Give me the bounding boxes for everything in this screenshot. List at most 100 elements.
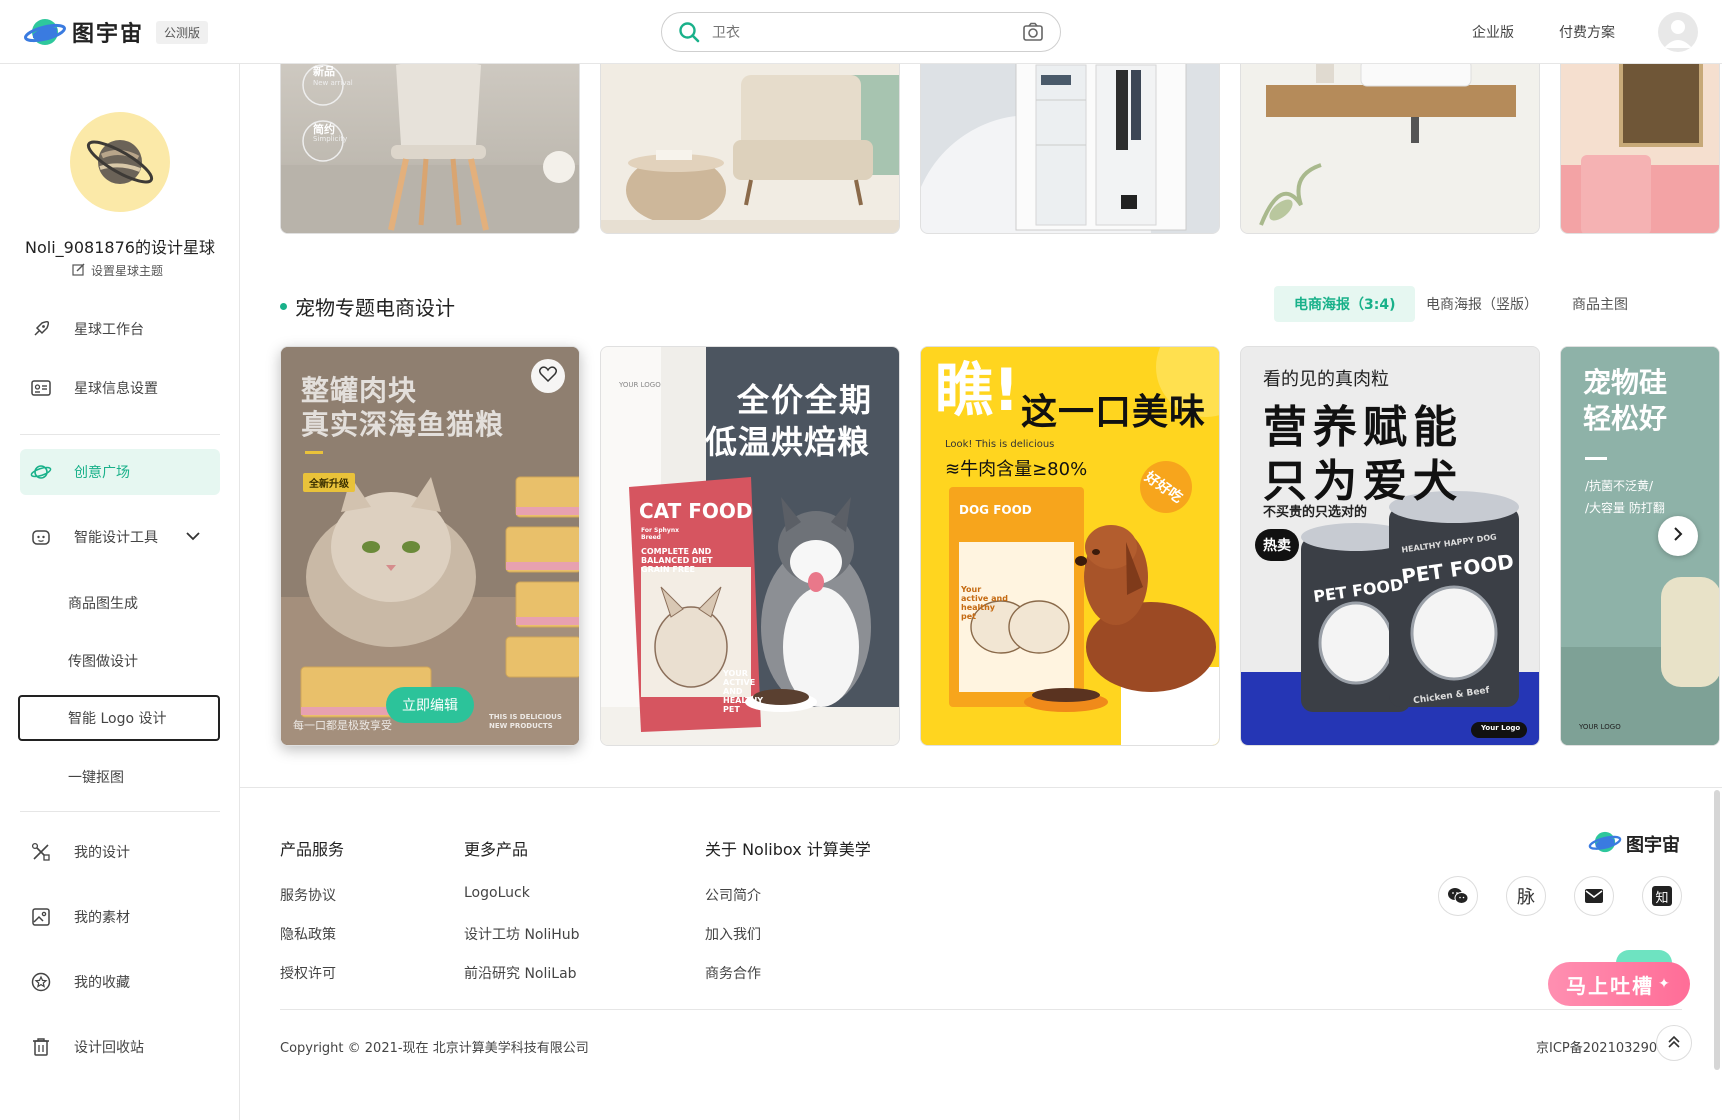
footer-col1-title: 产品服务 xyxy=(280,840,345,859)
sidebar-item-label: 创意广场 xyxy=(74,465,130,481)
section-dot xyxy=(280,303,287,310)
tab-product-main[interactable]: 商品主图 xyxy=(1552,286,1648,322)
poster2-bag2-text: YOUR ACTIVE AND HEALTHY PET xyxy=(723,669,764,714)
footer-link[interactable]: 公司简介 xyxy=(705,885,761,905)
footer-link[interactable]: 隐私政策 xyxy=(280,924,336,944)
poster-card-yellow-dog[interactable]: 瞧! 这一口美味 Look! This is delicious ≋牛肉含量≥8… xyxy=(920,346,1220,746)
copyright-text: Copyright © 2021-现在 北京计算美学科技有限公司 xyxy=(280,1041,589,1056)
poster4-brand: Your Logo xyxy=(1481,724,1521,732)
chevron-down-icon[interactable] xyxy=(186,529,200,545)
poster1-badge: 全新升级 xyxy=(303,473,355,492)
maimai-icon[interactable]: 脉 xyxy=(1506,876,1546,916)
chevron-right-icon xyxy=(1673,526,1683,546)
edit-now-button[interactable]: 立即编辑 xyxy=(386,687,474,723)
tab-poster-vertical[interactable]: 电商海报（竖版） xyxy=(1406,286,1558,322)
sidebar: Noli_9081876的设计星球 设置星球主题 星球工作台 星球信息设置 创意… xyxy=(0,64,240,1120)
wechat-icon[interactable] xyxy=(1438,876,1478,916)
main-content: 新品 New arrival 简约 Simplicity 宠物专题电商设计 电商… xyxy=(240,64,1722,1120)
poster-card-dog-food[interactable]: YOUR LOGO 全价全期 低温烘焙粮 CAT FOOD For Sphynx… xyxy=(600,346,900,746)
footer-link[interactable]: 商务合作 xyxy=(705,963,761,983)
poster2-bag-text: COMPLETE AND BALANCED DIET GRAIN FREE xyxy=(641,547,713,574)
poster1-bottom: 每一口都是极致享受 xyxy=(293,719,392,732)
user-avatar[interactable] xyxy=(1658,12,1698,52)
footer-link[interactable]: 设计工坊 NoliHub xyxy=(464,924,580,944)
sidebar-item-my-favorites[interactable]: 我的收藏 xyxy=(20,959,220,1005)
sidebar-item-smart-tools[interactable]: 智能设计工具 xyxy=(20,514,220,560)
furniture-card[interactable] xyxy=(1240,64,1540,234)
search-input[interactable] xyxy=(712,22,1002,44)
search-bar[interactable] xyxy=(661,12,1061,52)
feedback-button[interactable]: 马上吐槽 ✦ xyxy=(1548,962,1690,1006)
poster-card-pet-bowl[interactable]: 宠物硅 轻松好 /抗菌不泛黄/ /大容量 防打翻 YOUR LOGO xyxy=(1560,346,1720,746)
poster-card-pet-cans[interactable]: 看的见的真肉粒 营养赋能 只为爱犬 不买贵的只选对的 热卖 PET FOOD P… xyxy=(1240,346,1540,746)
poster3-bag-small: Your active and healthy pet xyxy=(961,585,1008,621)
sidebar-item-my-designs[interactable]: 我的设计 xyxy=(20,829,220,875)
footer-logo[interactable]: 图宇宙 xyxy=(1588,828,1680,860)
favorite-button[interactable] xyxy=(531,359,565,393)
star-icon xyxy=(30,971,52,993)
footer-link[interactable]: LogoLuck xyxy=(464,885,530,901)
site-logo[interactable]: 图宇宙 公测版 xyxy=(24,14,209,50)
furniture-card[interactable] xyxy=(600,64,900,234)
submenu-upload-design[interactable]: 传图做设计 xyxy=(68,651,138,671)
planet-avatar[interactable] xyxy=(70,112,170,212)
footer-col3-title: 关于 Nolibox 计算美学 xyxy=(705,840,871,859)
poster5-line1: 宠物硅 xyxy=(1583,366,1668,399)
poster1-line2: 真实深海鱼猫粮 xyxy=(301,408,505,441)
carousel-next-button[interactable] xyxy=(1658,516,1698,556)
footer-link[interactable]: 前沿研究 NoliLab xyxy=(464,963,577,983)
robot-icon xyxy=(30,526,52,548)
page-scrollbar[interactable] xyxy=(1714,790,1720,1070)
poster3-meat-text: 牛肉含量≥80% xyxy=(960,459,1088,480)
tab-poster-3-4[interactable]: 电商海报（3:4) xyxy=(1274,286,1416,322)
wardrobe-image xyxy=(921,64,1219,233)
poster3-meat: ≋牛肉含量≥80% xyxy=(945,455,1087,481)
furniture-card[interactable] xyxy=(920,64,1220,234)
poster-card-cat-food[interactable]: 整罐肉块 真实深海鱼猫粮 全新升级 每一口都是极致享受 THIS IS DELI… xyxy=(280,346,580,746)
poster4-line2: 只为爱犬 xyxy=(1263,456,1463,507)
poster4-hot-badge: 热卖 xyxy=(1255,529,1299,561)
planet-icon xyxy=(30,461,52,483)
mail-icon[interactable] xyxy=(1574,876,1614,916)
poster5-line2: 轻松好 xyxy=(1583,402,1668,435)
furniture-card[interactable]: 新品 New arrival 简约 Simplicity xyxy=(280,64,580,234)
sidebar-divider xyxy=(20,434,220,435)
camera-icon[interactable] xyxy=(1022,22,1044,46)
enterprise-link[interactable]: 企业版 xyxy=(1472,22,1514,42)
set-theme-label: 设置星球主题 xyxy=(91,264,164,278)
sidebar-item-label: 设计回收站 xyxy=(74,1040,144,1056)
footer-link[interactable]: 服务协议 xyxy=(280,885,336,905)
sidebar-item-info-settings[interactable]: 星球信息设置 xyxy=(20,365,220,411)
submenu-product-image[interactable]: 商品图生成 xyxy=(68,593,138,613)
planet-logo-icon xyxy=(24,14,66,50)
set-theme-link[interactable]: 设置星球主题 xyxy=(72,262,163,279)
furniture-card[interactable] xyxy=(1560,64,1720,234)
image-icon xyxy=(30,906,52,928)
id-card-icon xyxy=(30,377,52,399)
sparkle-icon: ✦ xyxy=(1658,976,1672,992)
sidebar-item-workbench[interactable]: 星球工作台 xyxy=(20,306,220,352)
footer-link[interactable]: 加入我们 xyxy=(705,924,761,944)
poster4-line0: 看的见的真肉粒 xyxy=(1263,369,1389,390)
pricing-link[interactable]: 付费方案 xyxy=(1559,22,1615,42)
wave-icon: ≋ xyxy=(945,459,961,480)
back-to-top-button[interactable] xyxy=(1656,1025,1692,1061)
tag-simple-sub: Simplicity xyxy=(313,135,348,143)
user-name: Noli_9081876的设计星球 xyxy=(25,238,215,257)
sidebar-item-creative-plaza[interactable]: 创意广场 xyxy=(20,449,220,495)
zhihu-icon[interactable]: 知 xyxy=(1642,876,1682,916)
submenu-cutout[interactable]: 一键抠图 xyxy=(68,767,124,787)
search-icon[interactable] xyxy=(678,21,700,47)
poster2-line1: 全价全期 xyxy=(737,381,874,419)
footer-link[interactable]: 授权许可 xyxy=(280,963,336,983)
pink-room-image xyxy=(1561,64,1719,233)
poster5-line4: /大容量 防打翻 xyxy=(1585,501,1665,515)
sidebar-item-recycle-bin[interactable]: 设计回收站 xyxy=(20,1024,220,1070)
sidebar-item-my-materials[interactable]: 我的素材 xyxy=(20,894,220,940)
poster5-line3: /抗菌不泛黄/ xyxy=(1585,479,1654,493)
sidebar-item-label: 星球信息设置 xyxy=(74,381,158,397)
beta-badge: 公测版 xyxy=(156,20,209,44)
sidebar-item-label: 我的收藏 xyxy=(74,975,130,991)
section-title: 宠物专题电商设计 xyxy=(280,292,455,321)
submenu-smart-logo[interactable]: 智能 Logo 设计 xyxy=(18,695,220,741)
